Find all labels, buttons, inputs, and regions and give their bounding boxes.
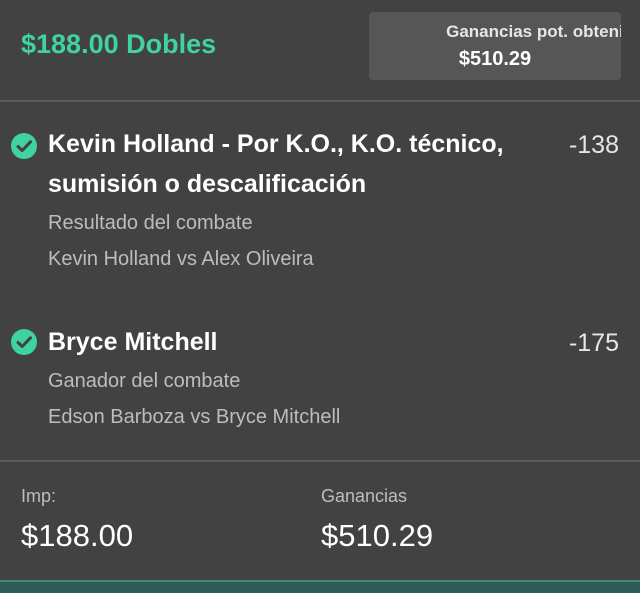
selection-item: Bryce Mitchell -175 Ganador del combate … — [0, 322, 640, 442]
selection-market: Resultado del combate — [48, 212, 253, 234]
potential-returns-box: Ganancias pot. obtenidas $510.29 — [369, 12, 621, 80]
selection-market: Ganador del combate — [48, 370, 241, 392]
selection-odds: -138 — [568, 131, 619, 159]
selection-name: Bryce Mitchell — [48, 328, 218, 356]
selection-event: Kevin Holland vs Alex Oliveira — [48, 248, 314, 270]
bet-summary: Imp: $188.00 Ganancias $510.29 — [0, 460, 640, 582]
check-circle-icon — [11, 133, 37, 159]
selection-name: Kevin Holland - Por K.O., K.O. técnico, … — [48, 130, 504, 198]
selection-odds: -175 — [568, 329, 619, 357]
bet-title: $188.00 Dobles — [21, 29, 217, 59]
potential-returns-value: $510.29 — [458, 48, 532, 70]
returns-label: Ganancias — [321, 486, 408, 506]
returns-value: $510.29 — [321, 518, 434, 553]
selection-event: Edson Barboza vs Bryce Mitchell — [48, 406, 341, 428]
footer-accent-bar — [0, 580, 640, 593]
bet-header: $188.00 Dobles Ganancias pot. obtenidas … — [0, 0, 640, 102]
potential-returns-label: Ganancias pot. obtenidas — [446, 22, 621, 41]
selection-item: Kevin Holland - Por K.O., K.O. técnico, … — [0, 124, 640, 284]
stake-label: Imp: — [21, 486, 57, 506]
stake-value: $188.00 — [21, 518, 134, 553]
check-circle-icon — [11, 329, 37, 355]
